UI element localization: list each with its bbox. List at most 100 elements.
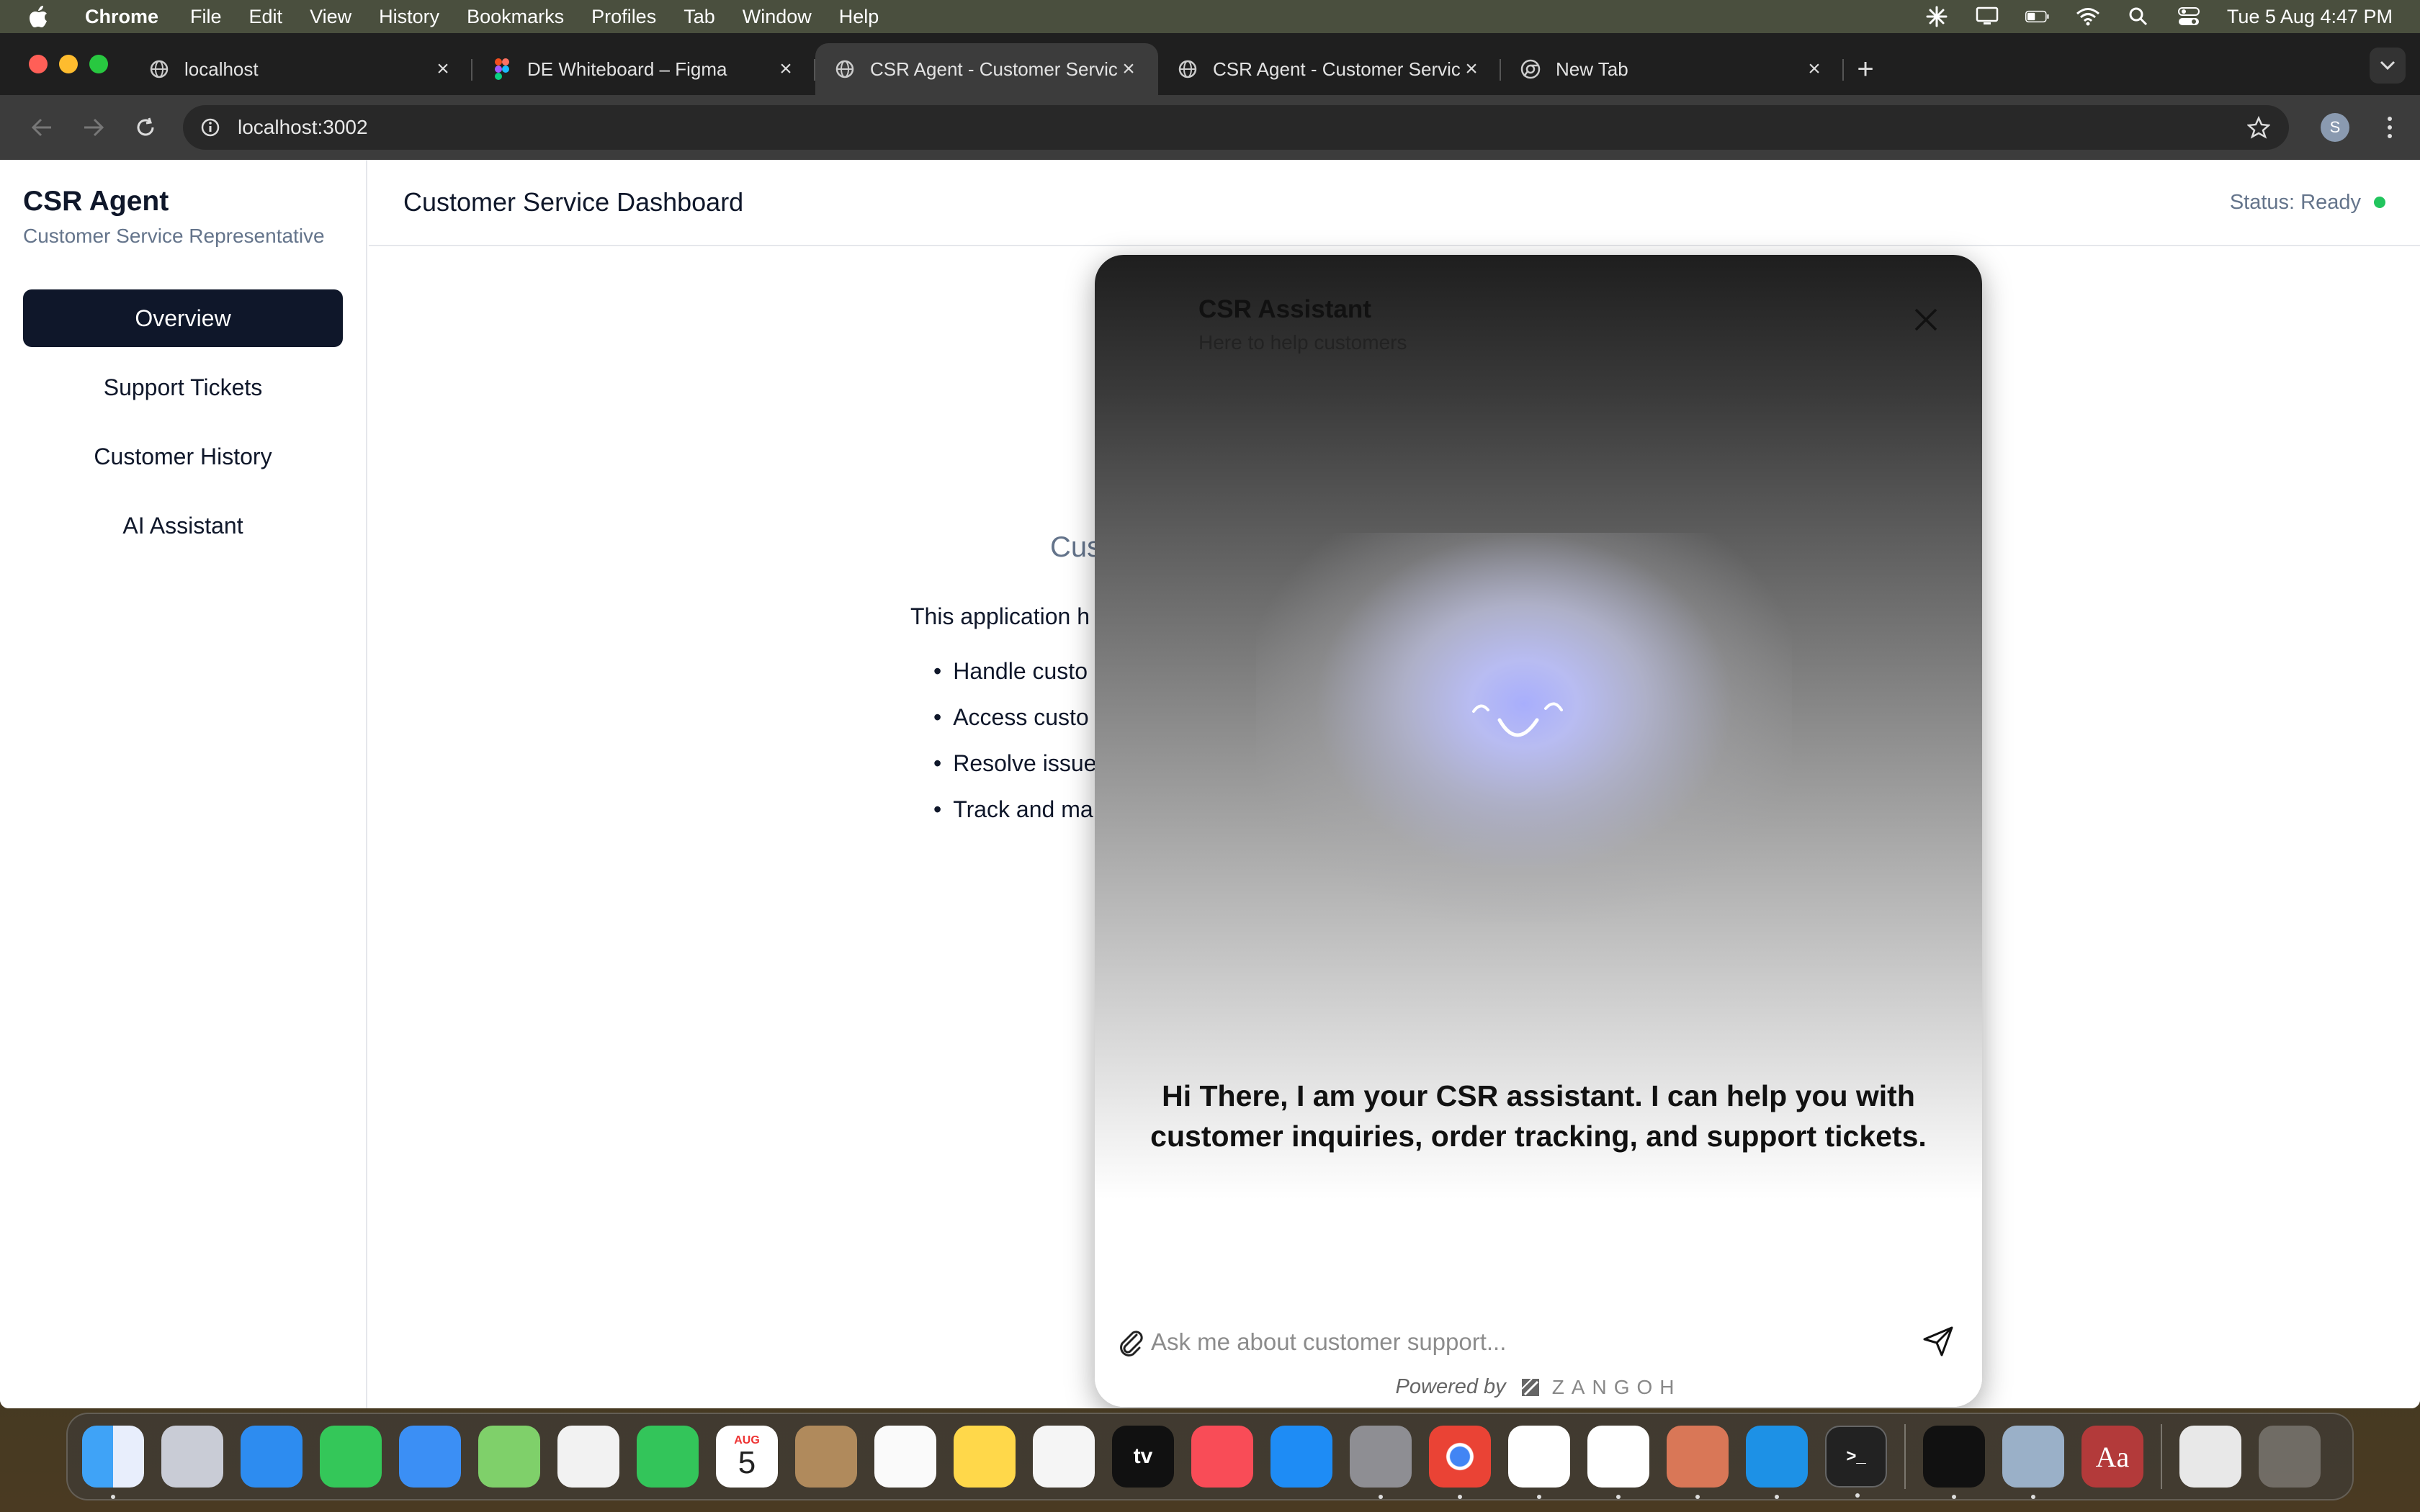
browser-tab-active[interactable]: CSR Agent - Customer Servic × [815,43,1158,95]
contacts-icon[interactable] [795,1426,857,1488]
figma-icon [491,58,513,80]
spotlight-search-icon[interactable] [2126,6,2151,27]
sidebar: CSR Agent Customer Service Representativ… [0,160,367,1408]
menu-history[interactable]: History [379,6,439,28]
address-bar[interactable]: localhost:3002 [183,105,2289,150]
close-window-button[interactable] [29,55,48,73]
chat-input-row [1115,1320,1956,1364]
app-subtitle: Customer Service Representative [23,225,325,247]
status-dot [2374,197,2385,208]
zangoh-logo-icon [1520,1377,1539,1396]
menu-view[interactable]: View [310,6,351,28]
content-heading: Cus [1050,531,1102,563]
menu-help[interactable]: Help [839,6,879,28]
vscode-icon[interactable] [1508,1426,1570,1499]
claude-status-icon[interactable] [1924,6,1949,27]
safari-icon[interactable] [241,1426,302,1488]
attach-button[interactable] [1115,1326,1147,1358]
send-button[interactable] [1922,1325,1956,1359]
downloads-stack-icon[interactable] [2179,1426,2241,1488]
sidebar-item-ai-assistant[interactable]: AI Assistant [23,497,343,554]
reminders-icon[interactable] [874,1426,936,1488]
forward-button[interactable] [68,106,120,149]
zoom-window-button[interactable] [89,55,108,73]
menu-app-chrome[interactable]: Chrome [85,6,158,28]
tab-close-icon[interactable]: × [432,57,454,81]
facetime-icon[interactable] [637,1426,699,1488]
chrome-app-icon[interactable] [1429,1426,1491,1499]
list-item: Resolve issue [933,750,1096,796]
slack-icon[interactable] [1587,1426,1649,1499]
dock: AUG 5 tv >_ Aa [66,1413,2354,1500]
tab-search-button[interactable] [2370,48,2406,84]
finder-icon[interactable] [82,1426,144,1499]
music-icon[interactable] [1191,1426,1253,1488]
profile-avatar[interactable]: S [2321,113,2349,142]
display-icon[interactable] [1975,6,1999,27]
tab-close-icon[interactable]: × [775,57,797,81]
tab-title: New Tab [1556,58,1628,80]
more-menu-icon[interactable] [2375,109,2404,145]
sidebar-item-customer-history[interactable]: Customer History [23,428,343,485]
site-info-icon[interactable] [199,116,222,139]
menu-tab[interactable]: Tab [684,6,715,28]
system-settings-icon[interactable] [1350,1426,1412,1499]
menu-profiles[interactable]: Profiles [591,6,656,28]
chat-message-input[interactable] [1151,1322,1922,1362]
battery-icon[interactable] [2025,6,2050,27]
menu-bar: Chrome File Edit View History Bookmarks … [0,0,2420,33]
app-store-icon[interactable] [1270,1426,1332,1488]
calendar-icon[interactable]: AUG 5 [716,1426,778,1488]
browser-tab[interactable]: CSR Agent - Customer Servic × [1158,43,1501,95]
bookmark-star-icon[interactable] [2244,113,2273,142]
control-center-icon[interactable] [2177,6,2201,27]
claude-icon[interactable] [1667,1426,1729,1499]
chat-subtitle: Here to help customers [1198,331,1407,354]
tab-strip: localhost × DE Whiteboard – Figma × CSR … [0,33,2420,95]
sidebar-item-support-tickets[interactable]: Support Tickets [23,359,343,416]
tab-close-icon[interactable]: × [1461,57,1482,81]
menu-edit[interactable]: Edit [249,6,283,28]
trash-icon[interactable] [2259,1426,2321,1488]
menu-window[interactable]: Window [743,6,812,28]
notes-icon[interactable] [954,1426,1016,1488]
dock-divider [1904,1424,1906,1489]
minimize-window-button[interactable] [59,55,78,73]
browser-window: localhost × DE Whiteboard – Figma × CSR … [0,33,2420,1408]
tab-title: CSR Agent - Customer Servic [1213,58,1461,80]
tab-close-icon[interactable]: × [1118,57,1139,81]
terminal-icon[interactable]: >_ [1825,1426,1887,1498]
tv-icon[interactable]: tv [1112,1426,1174,1488]
apple-logo-icon[interactable] [27,4,49,29]
menu-file[interactable]: File [190,6,222,28]
url-text[interactable]: localhost:3002 [238,116,368,139]
tab-close-icon[interactable]: × [1803,57,1825,81]
maps-icon[interactable] [478,1426,540,1488]
launchpad-icon[interactable] [161,1426,223,1488]
menubar-clock[interactable]: Tue 5 Aug 4:47 PM [2227,6,2393,28]
browser-tab[interactable]: DE Whiteboard – Figma × [472,43,815,95]
preview-icon[interactable] [2002,1426,2064,1499]
docker-icon[interactable] [1746,1426,1808,1499]
reload-button[interactable] [120,106,171,149]
mail-icon[interactable] [399,1426,461,1488]
back-button[interactable] [16,106,68,149]
browser-tab[interactable]: New Tab × [1501,43,1844,95]
menu-bookmarks[interactable]: Bookmarks [467,6,564,28]
chat-close-button[interactable] [1910,304,1942,336]
freeform-icon[interactable] [1033,1426,1095,1488]
cursor-icon[interactable] [1923,1426,1985,1499]
wifi-icon[interactable] [2076,6,2100,27]
chevron-down-icon [2380,60,2396,71]
sidebar-item-overview[interactable]: Overview [23,289,343,347]
browser-tab[interactable]: localhost × [130,43,472,95]
messages-icon[interactable] [320,1426,382,1488]
window-controls [29,55,108,73]
smiley-face-icon [1472,702,1563,737]
new-tab-button[interactable]: + [1844,43,1887,95]
globe-icon [1177,58,1198,80]
close-icon [1914,308,1937,331]
photos-icon[interactable] [557,1426,619,1488]
dictionary-icon[interactable]: Aa [2081,1426,2143,1488]
globe-icon [148,58,170,80]
